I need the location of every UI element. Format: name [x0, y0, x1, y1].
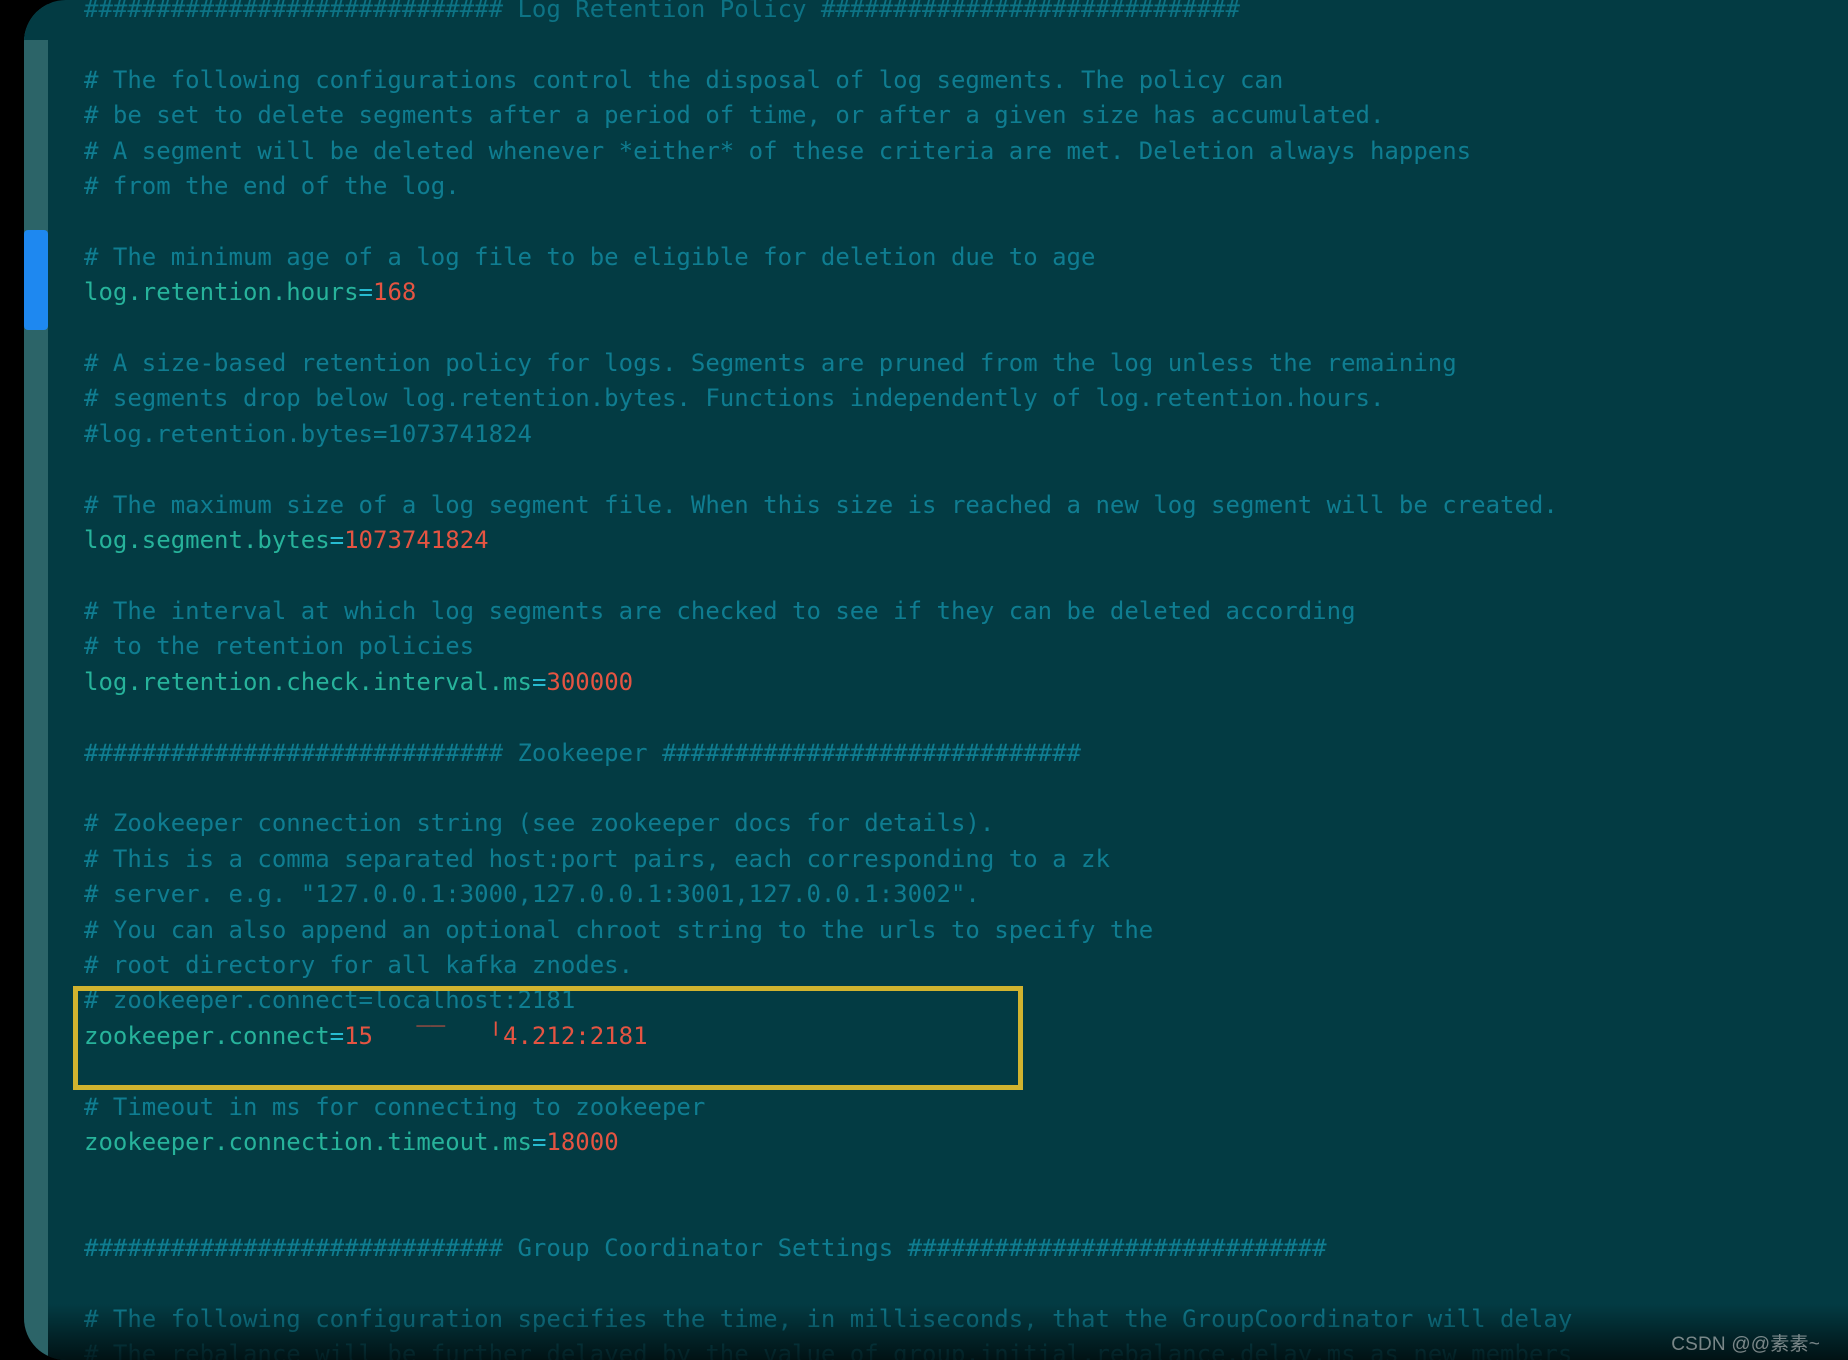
code-line: # The interval at which log segments are… [84, 594, 1836, 629]
code-line [84, 311, 1836, 346]
code-line: # root directory for all kafka znodes. [84, 948, 1836, 983]
screenshot-root: ############################# Log Retent… [0, 0, 1848, 1360]
code-token: # You can also append an optional chroot… [84, 916, 1153, 944]
code-token: # The maximum size of a log segment file… [84, 491, 1558, 519]
code-token: log.retention.hours [84, 278, 359, 306]
code-token: = [359, 278, 373, 306]
code-line [84, 452, 1836, 487]
code-token: # be set to delete segments after a peri… [84, 101, 1384, 129]
watermark-text: CSDN @@素素~ [1671, 1329, 1820, 1356]
code-token: # This is a comma separated host:port pa… [84, 845, 1110, 873]
code-line: # The following configuration specifies … [84, 1302, 1836, 1337]
code-token: 15 ‾‾ ╵4.212:2181 [344, 1022, 647, 1050]
scrollbar-thumb[interactable] [24, 230, 48, 330]
code-token: # A size-based retention policy for logs… [84, 349, 1457, 377]
code-line [84, 1054, 1836, 1089]
code-token: 18000 [546, 1128, 618, 1156]
code-token: zookeeper.connect [84, 1022, 330, 1050]
code-line: ############################# Zookeeper … [84, 736, 1836, 771]
code-line [84, 1160, 1836, 1195]
code-line: log.segment.bytes=1073741824 [84, 523, 1836, 558]
code-token: # segments drop below log.retention.byte… [84, 384, 1384, 412]
code-line: zookeeper.connect=15 ‾‾ ╵4.212:2181 [84, 1019, 1836, 1054]
code-line: # be set to delete segments after a peri… [84, 98, 1836, 133]
code-line: # The minimum age of a log file to be el… [84, 240, 1836, 275]
code-line: # to the retention policies [84, 629, 1836, 664]
code-line [84, 559, 1836, 594]
code-line [84, 771, 1836, 806]
code-token: ############################# Log Retent… [84, 0, 1240, 23]
scrollbar-track[interactable] [24, 0, 48, 1360]
code-line [84, 1267, 1836, 1302]
code-token: 300000 [546, 668, 633, 696]
code-line: # The rebalance will be further delayed … [84, 1337, 1836, 1360]
code-line: # The following configurations control t… [84, 63, 1836, 98]
code-line: log.retention.check.interval.ms=300000 [84, 665, 1836, 700]
code-token: # The interval at which log segments are… [84, 597, 1356, 625]
code-token: # The following configuration specifies … [84, 1305, 1572, 1333]
code-token: = [330, 1022, 344, 1050]
code-line: # A segment will be deleted whenever *ei… [84, 134, 1836, 169]
terminal-window: ############################# Log Retent… [24, 0, 1848, 1360]
code-token: # zookeeper.connect=localhost:2181 [84, 986, 575, 1014]
code-line: log.retention.hours=168 [84, 275, 1836, 310]
code-line: # Zookeeper connection string (see zooke… [84, 806, 1836, 841]
code-token: # Zookeeper connection string (see zooke… [84, 809, 994, 837]
code-line: zookeeper.connection.timeout.ms=18000 [84, 1125, 1836, 1160]
code-token: log.segment.bytes [84, 526, 330, 554]
code-line: ############################# Group Coor… [84, 1231, 1836, 1266]
code-line: # segments drop below log.retention.byte… [84, 381, 1836, 416]
code-token: # Timeout in ms for connecting to zookee… [84, 1093, 705, 1121]
code-token: # from the end of the log. [84, 172, 460, 200]
code-token: #log.retention.bytes=1073741824 [84, 420, 532, 448]
code-token: # to the retention policies [84, 632, 474, 660]
code-token: # The rebalance will be further delayed … [84, 1340, 1572, 1360]
code-line: ############################# Log Retent… [84, 0, 1836, 27]
code-line [84, 1196, 1836, 1231]
code-token: zookeeper.connection.timeout.ms [84, 1128, 532, 1156]
code-token: = [532, 668, 546, 696]
code-token: ############################# Group Coor… [84, 1234, 1327, 1262]
code-token: # root directory for all kafka znodes. [84, 951, 633, 979]
code-token: = [532, 1128, 546, 1156]
code-line: # Timeout in ms for connecting to zookee… [84, 1090, 1836, 1125]
code-line [84, 700, 1836, 735]
code-token: ############################# Zookeeper … [84, 739, 1081, 767]
code-token: 1073741824 [344, 526, 489, 554]
code-token: log.retention.check.interval.ms [84, 668, 532, 696]
code-line [84, 27, 1836, 62]
code-line: #log.retention.bytes=1073741824 [84, 417, 1836, 452]
code-token: 168 [373, 278, 416, 306]
code-token: # server. e.g. "127.0.0.1:3000,127.0.0.1… [84, 880, 980, 908]
code-line: # zookeeper.connect=localhost:2181 [84, 983, 1836, 1018]
code-line [84, 204, 1836, 239]
code-line: # You can also append an optional chroot… [84, 913, 1836, 948]
code-token: = [330, 526, 344, 554]
code-token: # A segment will be deleted whenever *ei… [84, 137, 1471, 165]
code-line: # from the end of the log. [84, 169, 1836, 204]
code-line: # server. e.g. "127.0.0.1:3000,127.0.0.1… [84, 877, 1836, 912]
config-file-content[interactable]: ############################# Log Retent… [84, 10, 1836, 1340]
code-line: # The maximum size of a log segment file… [84, 488, 1836, 523]
code-line: # This is a comma separated host:port pa… [84, 842, 1836, 877]
code-line: # A size-based retention policy for logs… [84, 346, 1836, 381]
code-token: # The following configurations control t… [84, 66, 1283, 94]
code-token: # The minimum age of a log file to be el… [84, 243, 1095, 271]
